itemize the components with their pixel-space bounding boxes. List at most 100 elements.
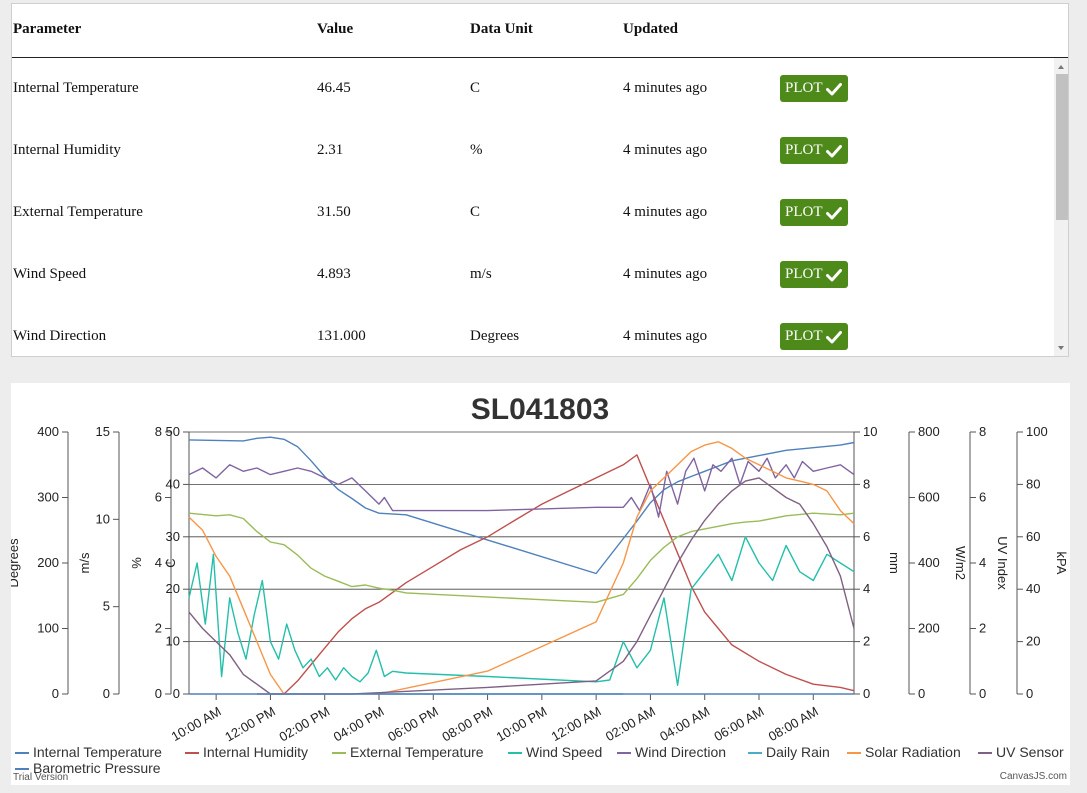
table-row: Internal Humidity 2.31 % 4 minutes ago P… (12, 120, 1054, 182)
y-axis-title-uv: UV Index (995, 536, 1010, 590)
y-tick-label-uv: 6 (979, 490, 986, 505)
y-tick-label-c: 20 (166, 581, 180, 596)
plot-button-label: PLOT (785, 266, 823, 282)
legend-item: UV Sensor (996, 744, 1064, 760)
row-updated: 4 minutes ago (623, 80, 708, 96)
y-axis-title-deg: Degrees (11, 538, 21, 588)
legend-item: Wind Direction (635, 744, 726, 760)
y-tick-label-kpa: 20 (1026, 634, 1040, 649)
y-tick-label-mm: 4 (863, 581, 870, 596)
scroll-up-arrow-icon[interactable] (1058, 65, 1064, 69)
series-line-uv-sensor (188, 477, 855, 695)
plot-button-label: PLOT (785, 204, 823, 220)
row-unit: C (470, 80, 481, 96)
y-tick-label-mm: 0 (863, 686, 870, 701)
y-axis-title-ms: m/s (77, 552, 92, 573)
chart-title: SL041803 (471, 393, 609, 426)
x-tick-label: 10:00 AM (169, 704, 224, 744)
y-tick-label-kpa: 0 (1026, 686, 1033, 701)
y-tick-label-uv: 0 (979, 686, 986, 701)
table-row: Wind Direction 131.000 Degrees 4 minutes… (12, 306, 1054, 356)
row-updated: 4 minutes ago (623, 266, 708, 282)
x-tick-label: 10:00 PM (494, 704, 550, 745)
y-axis-title-mm: mm (887, 552, 902, 574)
y-tick-label-mm: 6 (863, 529, 870, 544)
series-line-wind-speed (188, 536, 855, 686)
header-parameter: Parameter (13, 21, 82, 37)
plot-button-label: PLOT (785, 328, 823, 344)
y-tick-label-wm2: 800 (918, 424, 940, 439)
y-tick-label-ms: 0 (103, 686, 110, 701)
row-value: 131.000 (317, 328, 366, 344)
x-tick-label: 12:00 AM (549, 704, 604, 744)
y-tick-label-uv: 2 (979, 621, 986, 636)
y-tick-label-wm2: 600 (918, 490, 940, 505)
y-tick-label-deg: 400 (37, 424, 59, 439)
y-tick-label-pct: 6 (155, 490, 162, 505)
y-tick-label-mm: 10 (863, 424, 877, 439)
row-updated: 4 minutes ago (623, 204, 708, 220)
y-axis-title-wm2: W/m2 (953, 546, 968, 580)
legend-item: Internal Temperature (33, 744, 162, 760)
legend-item: Internal Humidity (203, 744, 308, 760)
chart-panel: SL041803 0 100 200 300 400 Degrees 0 5 10 15 m/s 0 2 4… (11, 383, 1070, 785)
x-tick-label: 04:00 PM (331, 704, 387, 745)
y-tick-label-deg: 200 (37, 555, 59, 570)
plot-button[interactable]: PLOT (780, 137, 848, 164)
canvasjs-credit: CanvasJS.com (1000, 771, 1067, 782)
row-parameter: External Temperature (13, 204, 143, 220)
y-tick-label-c: 50 (166, 424, 180, 439)
x-tick-label: 02:00 AM (603, 704, 658, 744)
y-tick-label-mm: 8 (863, 476, 870, 491)
header-data-unit: Data Unit (470, 21, 533, 37)
y-tick-label-uv: 8 (979, 424, 986, 439)
row-value: 46.45 (317, 80, 351, 96)
row-parameter: Internal Temperature (13, 80, 139, 96)
row-unit: C (470, 204, 481, 220)
table-row: Wind Speed 4.893 m/s 4 minutes ago PLOT (12, 244, 1054, 306)
y-tick-label-wm2: 0 (918, 686, 925, 701)
plot-button[interactable]: PLOT (780, 199, 848, 226)
scroll-thumb[interactable] (1056, 74, 1068, 220)
header-value: Value (317, 21, 354, 37)
row-updated: 4 minutes ago (623, 142, 708, 158)
y-axis-title-pct: % (129, 557, 144, 569)
y-tick-label-c: 0 (173, 686, 180, 701)
plot-button[interactable]: PLOT (780, 323, 848, 350)
row-value: 31.50 (317, 204, 351, 220)
y-tick-label-c: 10 (166, 634, 180, 649)
table-row: External Temperature 31.50 C 4 minutes a… (12, 182, 1054, 244)
table-body[interactable]: Internal Temperature 46.45 C 4 minutes a… (12, 58, 1054, 356)
table-header: Parameter Value Data Unit Updated (12, 4, 1068, 58)
y-tick-label-ms: 5 (103, 599, 110, 614)
y-tick-label-wm2: 400 (918, 555, 940, 570)
row-parameter: Wind Speed (13, 266, 87, 282)
plot-button[interactable]: PLOT (780, 261, 848, 288)
x-tick-label: 04:00 AM (657, 704, 712, 744)
y-axis-title-kpa: kPA (1054, 552, 1069, 575)
y-tick-label-deg: 100 (37, 621, 59, 636)
y-tick-label-deg: 0 (52, 686, 59, 701)
check-icon (825, 206, 842, 219)
y-tick-label-pct: 0 (155, 686, 162, 701)
parameter-table: Parameter Value Data Unit Updated Intern… (11, 3, 1069, 357)
y-tick-label-pct: 8 (155, 424, 162, 439)
y-tick-label-deg: 300 (37, 490, 59, 505)
legend-item: Wind Speed (526, 744, 602, 760)
y-tick-label-kpa: 100 (1026, 424, 1048, 439)
x-tick-label: 12:00 PM (222, 704, 278, 745)
plot-button-label: PLOT (785, 142, 823, 158)
table-scrollbar[interactable] (1054, 58, 1068, 356)
row-unit: Degrees (470, 328, 520, 344)
y-tick-label-pct: 2 (155, 621, 162, 636)
row-unit: m/s (470, 266, 492, 282)
row-value: 2.31 (317, 142, 344, 158)
scroll-down-arrow-icon[interactable] (1058, 346, 1064, 350)
row-value: 4.893 (317, 266, 351, 282)
y-tick-label-wm2: 200 (918, 621, 940, 636)
plot-button[interactable]: PLOT (780, 75, 848, 102)
x-tick-label: 06:00 AM (711, 704, 766, 744)
x-tick-label: 06:00 PM (385, 704, 441, 745)
y-tick-label-uv: 4 (979, 555, 986, 570)
line-chart: SL0418030100200300400Degrees051015m/s024… (11, 393, 1069, 783)
